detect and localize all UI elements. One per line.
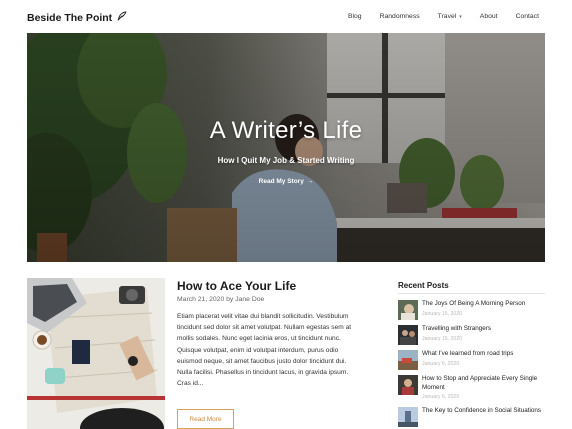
recent-post-title[interactable]: What I’ve learned from road trips	[422, 350, 513, 357]
nav-item-blog[interactable]: Blog	[348, 13, 362, 20]
post-date: March 21, 2020	[177, 296, 225, 303]
recent-post-item[interactable]: The Joys Of Being A Morning Person Januar…	[398, 300, 545, 324]
nav-item-label: Contact	[515, 13, 539, 20]
chevron-down-icon: ▾	[459, 13, 462, 20]
hero-banner: A Writer’s Life How I Quit My Job & Star…	[27, 33, 545, 262]
read-my-story-link[interactable]: Read My Story →	[27, 178, 545, 185]
recent-post-thumbnail[interactable]	[398, 350, 418, 370]
post-title[interactable]: How to Ace Your Life	[177, 279, 296, 293]
arrow-right-icon: →	[306, 178, 314, 185]
nav-item-about[interactable]: About	[480, 13, 498, 20]
post-author[interactable]: Jane Doe	[235, 296, 264, 303]
recent-post-title[interactable]: The Joys Of Being A Morning Person	[422, 300, 525, 307]
nav-item-label: Travel	[437, 13, 457, 20]
recent-post-title[interactable]: Travelling with Strangers	[422, 325, 491, 332]
post-meta: March 21, 2020 by Jane Doe	[177, 296, 264, 303]
hero-title: A Writer’s Life	[209, 117, 363, 144]
recent-post-item[interactable]: The Key to Confidence in Social Situatio…	[398, 407, 545, 429]
recent-post-thumbnail[interactable]	[398, 300, 418, 320]
nav-item-label: Blog	[347, 13, 362, 20]
recent-post-item[interactable]: How to Stop and Appreciate Every Single …	[398, 375, 545, 400]
recent-post-date: January 6, 2020	[422, 360, 460, 367]
post-by: by	[226, 296, 234, 303]
nav-item-label: About	[479, 13, 498, 20]
nav-item-randomness[interactable]: Randomness	[380, 13, 420, 20]
divider	[398, 293, 545, 294]
site-logo[interactable]: Beside The Point	[27, 10, 128, 25]
recent-post-date: January 15, 2020	[422, 310, 463, 317]
main-nav: Blog Randomness Travel ▾ About Contact	[348, 13, 539, 20]
recent-post-date: January 15, 2020	[422, 335, 463, 342]
nav-item-contact[interactable]: Contact	[516, 13, 539, 20]
recent-post-item[interactable]: What I’ve learned from road trips January…	[398, 350, 545, 374]
recent-post-date: January 6, 2020	[422, 394, 460, 400]
site-header: Beside The Point Blog Randomness Travel ▾…	[0, 0, 572, 33]
feather-pen-icon	[116, 10, 128, 25]
read-more-button[interactable]: Read More	[177, 409, 234, 429]
recent-post-title[interactable]: How to Stop and Appreciate Every Single …	[422, 375, 537, 391]
travel-flatlay-image	[27, 278, 165, 429]
recent-post-title[interactable]: The Key to Confidence in Social Situatio…	[422, 407, 541, 414]
post-excerpt: Etiam placerat velit vitae dui blandit s…	[177, 313, 352, 388]
recent-posts-heading: Recent Posts	[398, 281, 449, 290]
hero-subtitle: How I Quit My Job & Started Writing	[217, 156, 355, 165]
recent-post-thumbnail[interactable]	[398, 407, 418, 427]
hero-caption: A Writer’s Life How I Quit My Job & Star…	[27, 33, 545, 262]
recent-post-thumbnail[interactable]	[398, 325, 418, 345]
read-my-story-label: Read My Story	[258, 178, 304, 185]
post-featured-image[interactable]	[27, 278, 165, 429]
site-title[interactable]: Beside The Point	[27, 12, 112, 24]
nav-item-label: Randomness	[379, 13, 420, 20]
nav-item-travel[interactable]: Travel ▾	[438, 13, 462, 20]
recent-post-thumbnail[interactable]	[398, 375, 418, 395]
recent-post-item[interactable]: Travelling with Strangers January 15, 202…	[398, 325, 545, 349]
